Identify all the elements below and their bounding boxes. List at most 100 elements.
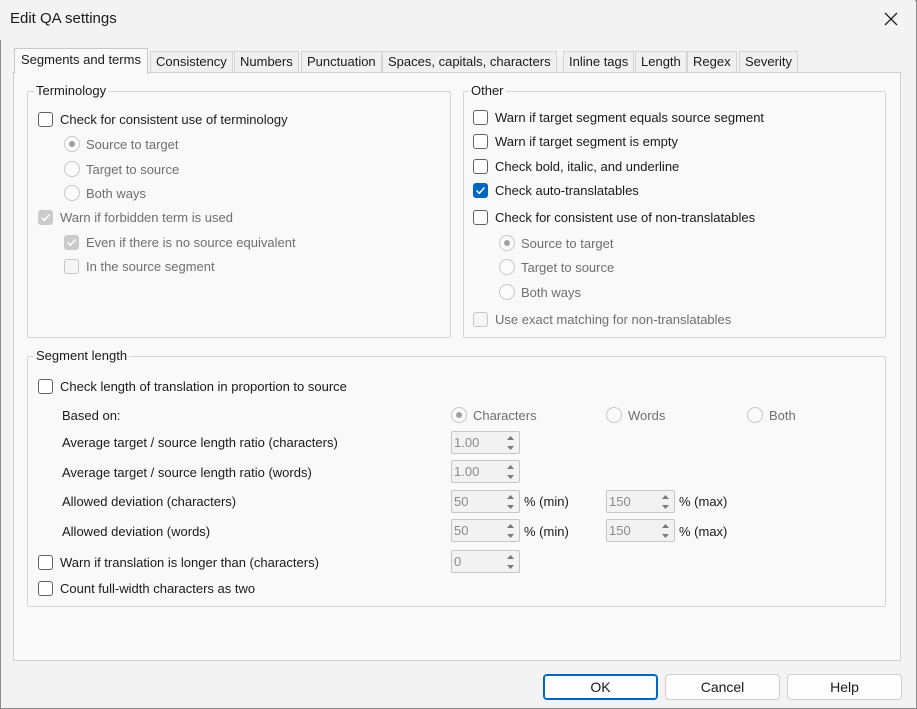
tab-spaces-capitals-characters[interactable]: Spaces, capitals, characters [382,51,557,73]
warn-longer-spinbox[interactable]: 0 [451,550,520,573]
checkmark-icon [40,213,51,222]
checkmark-icon [66,238,77,247]
check-length-proportion-label: Check length of translation in proportio… [60,379,347,394]
avg-ratio-words-label: Average target / source length ratio (wo… [62,465,312,480]
chevron-up-icon [662,494,669,499]
spin-down-button[interactable] [503,502,518,511]
deviation-words-min-spinbox[interactable]: 50 [451,519,520,542]
tab-segments-and-terms[interactable]: Segments and terms [14,48,148,74]
nontrans-target-to-source-radio[interactable] [499,259,515,275]
spin-down-button[interactable] [658,502,673,511]
spin-up-button[interactable] [503,433,518,442]
check-bold-italic-underline-checkbox[interactable] [473,159,488,174]
check-length-proportion-checkbox[interactable] [38,379,53,394]
spin-up-button[interactable] [658,521,673,530]
terminology-source-to-target-radio[interactable] [64,136,80,152]
title-bar: Edit QA settings [0,0,915,40]
warn-longer-label: Warn if translation is longer than (char… [60,555,319,570]
spinbox-value: 150 [609,523,631,538]
even-if-no-source-checkbox[interactable] [64,235,79,250]
spin-down-button[interactable] [503,562,518,571]
avg-ratio-chars-spinbox[interactable]: 1.00 [451,431,520,454]
warn-equals-source-label: Warn if target segment equals source seg… [495,110,765,125]
tab-regex[interactable]: Regex [687,51,737,73]
tab-consistency[interactable]: Consistency [150,51,233,73]
spin-down-button[interactable] [658,531,673,540]
deviation-chars-min-unit: % (min) [524,494,569,509]
spin-up-button[interactable] [503,462,518,471]
window-title: Edit QA settings [10,10,117,27]
avg-ratio-chars-label: Average target / source length ratio (ch… [62,435,338,450]
check-consistent-terminology-checkbox[interactable] [38,112,53,127]
avg-ratio-words-spinbox[interactable]: 1.00 [451,460,520,483]
terminology-target-to-source-label: Target to source [86,162,180,177]
spin-up-button[interactable] [503,521,518,530]
exact-matching-checkbox[interactable] [473,312,488,327]
tab-punctuation[interactable]: Punctuation [301,51,382,73]
based-on-characters-label: Characters [473,408,537,423]
terminology-group-title: Terminology [34,83,109,98]
based-on-characters-radio[interactable] [451,407,467,423]
radio-selected-dot [504,240,510,246]
tab-numbers[interactable]: Numbers [234,51,299,73]
spin-up-button[interactable] [503,492,518,501]
in-source-segment-checkbox[interactable] [64,259,79,274]
based-on-both-label: Both [769,408,796,423]
chevron-down-icon [507,564,514,569]
spinbox-value: 50 [454,494,469,509]
check-auto-translatables-label: Check auto-translatables [495,183,639,198]
warn-empty-checkbox[interactable] [473,134,488,149]
nontrans-both-ways-label: Both ways [521,285,581,300]
help-button[interactable]: Help [787,674,902,700]
spin-up-button[interactable] [503,552,518,561]
chevron-down-icon [507,533,514,538]
check-auto-translatables-checkbox[interactable] [473,183,488,198]
chevron-up-icon [507,435,514,440]
radio-selected-dot [456,412,462,418]
nontrans-both-ways-radio[interactable] [499,284,515,300]
close-button[interactable] [875,4,907,34]
deviation-words-label: Allowed deviation (words) [62,524,211,539]
cancel-button[interactable]: Cancel [665,674,780,700]
terminology-target-to-source-radio[interactable] [64,161,80,177]
tab-severity[interactable]: Severity [739,51,798,73]
terminology-source-to-target-label: Source to target [86,137,179,152]
nontrans-target-to-source-label: Target to source [521,260,615,275]
deviation-chars-max-spinbox[interactable]: 150 [606,490,675,513]
check-non-translatables-checkbox[interactable] [473,210,488,225]
deviation-words-max-spinbox[interactable]: 150 [606,519,675,542]
spin-down-button[interactable] [503,443,518,452]
exact-matching-label: Use exact matching for non-translatables [495,312,732,327]
radio-selected-dot [69,141,75,147]
based-on-words-radio[interactable] [606,407,622,423]
spinbox-value: 1.00 [454,435,480,450]
chevron-down-icon [662,504,669,509]
warn-forbidden-term-checkbox[interactable] [38,210,53,225]
warn-equals-source-checkbox[interactable] [473,110,488,125]
chevron-down-icon [507,474,514,479]
spin-up-button[interactable] [658,492,673,501]
terminology-both-ways-label: Both ways [86,186,146,201]
spinbox-value: 0 [454,554,462,569]
spin-down-button[interactable] [503,472,518,481]
terminology-both-ways-radio[interactable] [64,185,80,201]
based-on-words-label: Words [628,408,666,423]
deviation-chars-label: Allowed deviation (characters) [62,494,237,509]
based-on-both-radio[interactable] [747,407,763,423]
ok-button[interactable]: OK [543,674,658,700]
chevron-up-icon [507,554,514,559]
segment-length-group-title: Segment length [34,348,130,363]
tab-inline-tags[interactable]: Inline tags [563,51,635,73]
spin-down-button[interactable] [503,531,518,540]
warn-empty-label: Warn if target segment is empty [495,134,679,149]
checkmark-icon [475,186,486,195]
count-fullwidth-checkbox[interactable] [38,581,53,596]
deviation-words-min-unit: % (min) [524,524,569,539]
other-group-title: Other [469,83,506,98]
nontrans-source-to-target-radio[interactable] [499,235,515,251]
nontrans-source-to-target-label: Source to target [521,236,614,251]
tab-length[interactable]: Length [635,51,687,73]
warn-longer-checkbox[interactable] [38,555,53,570]
in-source-segment-label: In the source segment [86,259,215,274]
deviation-chars-min-spinbox[interactable]: 50 [451,490,520,513]
